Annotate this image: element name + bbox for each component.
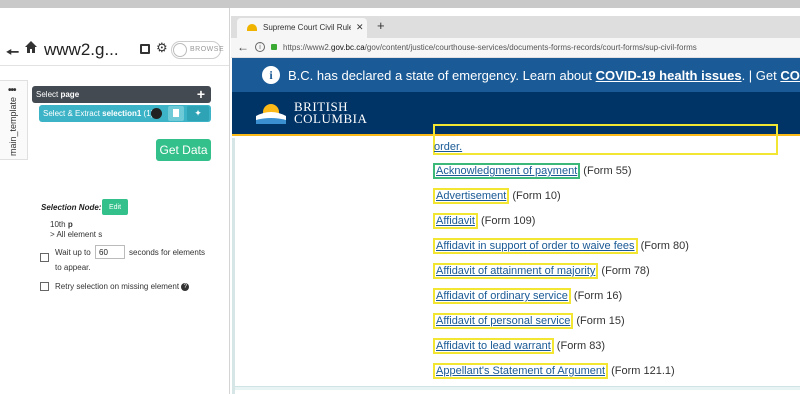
bc-wordmark[interactable]: BRITISH COLUMBIA: [294, 100, 367, 125]
list-item: Affidavit (Form 109): [433, 213, 535, 229]
retry-checkbox[interactable]: [40, 282, 49, 291]
forms-list: order. Acknowledgment of payment (Form 5…: [232, 124, 800, 394]
close-tab-icon[interactable]: ✕: [356, 22, 364, 33]
wait-checkbox[interactable]: [40, 253, 49, 262]
web-page: i B.C. has declared a state of emergency…: [232, 58, 800, 394]
new-tab-icon[interactable]: +: [377, 18, 385, 33]
gear-icon[interactable]: ⚙: [156, 40, 168, 56]
retry-label: Retry selection on missing element ?: [55, 282, 190, 291]
more-dots-icon[interactable]: •••: [8, 85, 16, 96]
get-data-button[interactable]: Get Data: [156, 139, 211, 161]
select-page-label: Select page: [36, 90, 80, 99]
covid-health-link[interactable]: COVID-19 health issues: [596, 68, 742, 83]
info-icon[interactable]: i: [255, 42, 265, 52]
form-link[interactable]: Affidavit in support of order to waive f…: [433, 238, 638, 254]
browser-tab[interactable]: Supreme Court Civil Rules F ✕: [237, 18, 367, 38]
url-text[interactable]: https://www2.gov.bc.ca/gov/content/justi…: [283, 43, 697, 52]
node-path-line1: 10th p: [50, 220, 73, 229]
list-item: Affidavit of personal service (Form 15): [433, 313, 625, 329]
selection-label: Select & Extract selection1 (1): [43, 109, 154, 118]
lock-icon: [271, 44, 277, 50]
form-link[interactable]: Affidavit to lead warrant: [433, 338, 554, 354]
form-link[interactable]: Appellant's Statement of Argument: [433, 363, 609, 379]
list-item: Advertisement (Form 10): [433, 188, 561, 204]
form-link[interactable]: Acknowledgment of payment: [433, 163, 581, 179]
download-icon[interactable]: [151, 108, 162, 119]
list-item: Affidavit of attainment of majority (For…: [433, 263, 650, 279]
template-side-tab[interactable]: ••• main_template: [0, 80, 28, 160]
site-name: www2.g...: [44, 40, 119, 59]
list-item: Affidavit to lead warrant (Form 83): [433, 338, 605, 354]
alert-message: B.C. has declared a state of emergency. …: [288, 68, 800, 83]
back-arrow-icon[interactable]: 🠔: [6, 42, 19, 67]
scraper-extension-panel: 🠔 www2.g... ⚙ BROWSE ••• main_template S…: [0, 8, 230, 394]
form-link[interactable]: Affidavit of personal service: [433, 313, 574, 329]
covid-pro-link[interactable]: COVID-19 Pro: [780, 68, 800, 83]
toggle-knob: [173, 43, 187, 57]
extension-header: 🠔 www2.g... ⚙ BROWSE: [0, 18, 229, 66]
browse-toggle[interactable]: BROWSE: [171, 41, 225, 59]
info-circle-icon: i: [262, 66, 280, 84]
home-icon[interactable]: [24, 40, 38, 54]
form-link[interactable]: Affidavit of ordinary service: [433, 288, 571, 304]
order-link[interactable]: order.: [434, 141, 462, 153]
selection-node-title: Selection Node:: [41, 203, 102, 212]
bc-logo-icon[interactable]: [254, 98, 288, 128]
list-item: Affidavit of ordinary service (Form 16): [433, 288, 622, 304]
delete-icon[interactable]: [168, 106, 184, 121]
selection-node-row[interactable]: Select & Extract selection1 (1) ✦: [39, 105, 211, 122]
edit-button[interactable]: Edit: [102, 199, 128, 215]
emergency-alert-banner: i B.C. has declared a state of emergency…: [232, 58, 800, 92]
form-link[interactable]: Affidavit: [433, 213, 478, 229]
wait-seconds-input[interactable]: [95, 245, 125, 259]
browser-back-icon[interactable]: ←: [237, 40, 249, 54]
selection-highlight-box: [433, 124, 778, 155]
bc-favicon-icon: [247, 24, 257, 31]
tab-title: Supreme Court Civil Rules F: [263, 23, 351, 32]
save-icon[interactable]: [140, 44, 150, 54]
wait-suffix: seconds for elements: [129, 248, 206, 257]
node-path-line2: > All element s: [50, 230, 103, 239]
template-tab-label: main_template: [8, 96, 18, 156]
window-top-strip: [0, 0, 800, 8]
list-item: Acknowledgment of payment (Form 55): [433, 163, 632, 179]
list-item: Affidavit in support of order to waive f…: [433, 238, 689, 254]
select-page-row[interactable]: Select page +: [32, 86, 211, 103]
add-selection-icon[interactable]: +: [197, 86, 205, 102]
page-bottom-divider: [235, 386, 800, 390]
form-link[interactable]: Advertisement: [433, 188, 510, 204]
wait-suffix-2: to appear.: [55, 263, 91, 272]
form-link[interactable]: Affidavit of attainment of majority: [433, 263, 599, 279]
browse-toggle-label: BROWSE: [190, 46, 225, 53]
help-icon[interactable]: ?: [181, 282, 190, 291]
wait-prefix: Wait up to: [55, 248, 91, 257]
browser-tab-bar: Supreme Court Civil Rules F ✕ +: [231, 16, 800, 38]
wand-icon[interactable]: ✦: [187, 106, 209, 121]
address-bar: ← i https://www2.gov.bc.ca/gov/content/j…: [231, 38, 800, 58]
list-item: Appellant's Statement of Argument (Form …: [433, 363, 675, 379]
